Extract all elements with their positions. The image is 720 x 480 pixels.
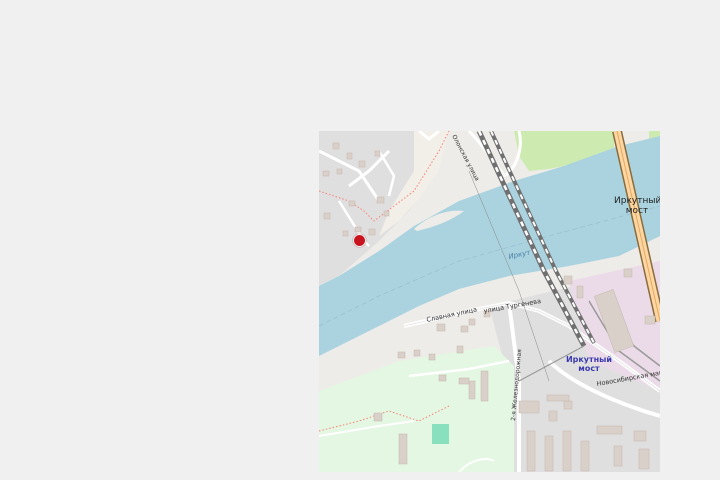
label-station: Иркутный мост <box>565 355 613 373</box>
sports-pitch <box>432 424 449 444</box>
location-marker[interactable] <box>353 234 366 247</box>
map-viewport[interactable]: Славная улица улица Тургенева Олонская у… <box>319 131 660 472</box>
label-bridge: Иркутный мост <box>614 196 660 216</box>
map-canvas: Славная улица улица Тургенева Олонская у… <box>319 131 660 472</box>
